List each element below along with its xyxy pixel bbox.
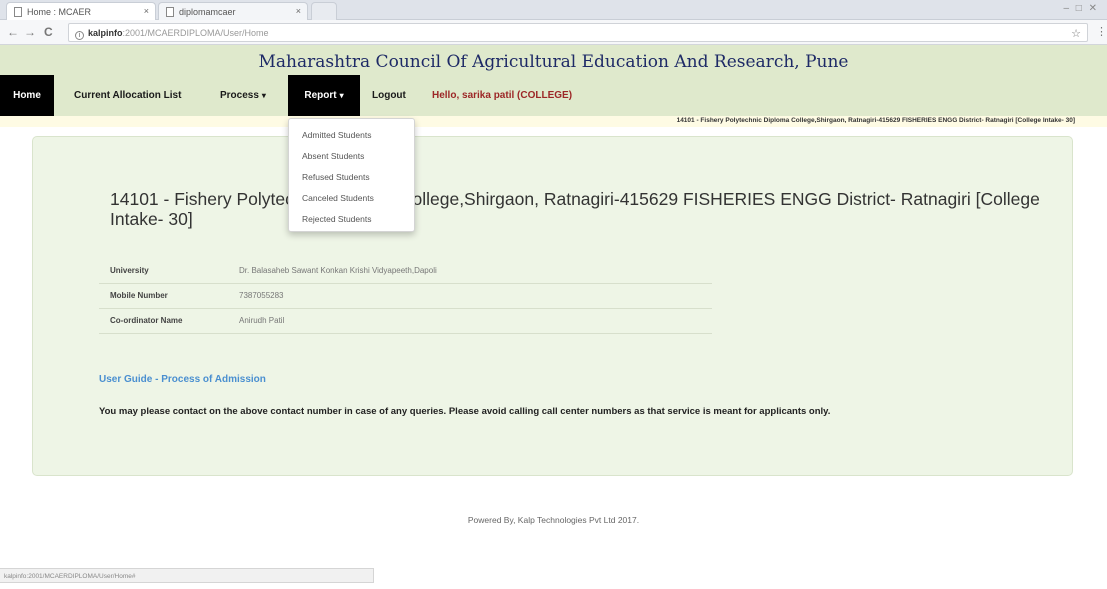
menu-item-admitted-students[interactable]: Admitted Students — [289, 124, 414, 145]
menu-item-absent-students[interactable]: Absent Students — [289, 145, 414, 166]
menu-item-canceled-students[interactable]: Canceled Students — [289, 187, 414, 208]
college-strip-text: 14101 - Fishery Polytechnic Diploma Coll… — [676, 117, 1075, 124]
nav-current-allocation-list[interactable]: Current Allocation List — [74, 75, 181, 116]
site-title: Maharashtra Council Of Agricultural Educ… — [0, 45, 1107, 75]
nav-home[interactable]: Home — [0, 75, 54, 116]
url-path: :2001/MCAERDIPLOMA/User/Home — [122, 28, 269, 38]
nav-process[interactable]: Process ▾ — [220, 75, 266, 116]
contact-notice: You may please contact on the above cont… — [99, 406, 831, 417]
college-info-strip: 14101 - Fishery Polytechnic Diploma Coll… — [0, 116, 1107, 127]
window-controls[interactable]: – □ ✕ — [1063, 3, 1099, 14]
browser-tab-home[interactable]: Home : MCAER × — [6, 2, 156, 20]
nav-report[interactable]: Report ▾ — [288, 75, 360, 116]
close-tab-icon[interactable]: × — [296, 6, 301, 16]
footer-credit: Powered By, Kalp Technologies Pvt Ltd 20… — [467, 515, 640, 525]
main-navbar: Home Current Allocation List Process ▾ Re… — [0, 75, 1107, 116]
nav-logout[interactable]: Logout — [372, 75, 406, 116]
browser-tab-title: diplomamcaer — [179, 7, 236, 17]
table-row: Co-ordinator Name Anirudh Patil — [99, 308, 712, 333]
menu-item-rejected-students[interactable]: Rejected Students — [289, 208, 414, 229]
info-icon[interactable]: i — [75, 31, 84, 40]
table-row: Mobile Number 7387055283 — [99, 283, 712, 308]
caret-down-icon: ▾ — [339, 91, 344, 100]
page-icon — [166, 7, 174, 17]
back-arrow-icon[interactable]: ← — [7, 25, 19, 39]
info-value: Anirudh Patil — [239, 316, 285, 325]
user-greeting: Hello, sarika patil (COLLEGE) — [432, 90, 573, 101]
caret-down-icon: ▾ — [261, 91, 266, 100]
menu-item-refused-students[interactable]: Refused Students — [289, 166, 414, 187]
info-value: Dr. Balasaheb Sawant Konkan Krishi Vidya… — [239, 265, 437, 275]
nav-process-label: Process — [220, 90, 259, 101]
user-guide-link[interactable]: User Guide - Process of Admission — [99, 374, 266, 385]
main-panel: 14101 - Fishery Polytechnic Diploma Coll… — [32, 136, 1073, 476]
forward-arrow-icon[interactable]: → — [24, 25, 36, 39]
report-dropdown-menu: Admitted Students Absent Students Refuse… — [288, 118, 415, 232]
browser-tab-title: Home : MCAER — [27, 7, 92, 17]
browser-tab-strip: Home : MCAER × diplomamcaer × – □ ✕ — [0, 0, 1107, 20]
browser-tab-diploma[interactable]: diplomamcaer × — [158, 2, 308, 20]
nav-report-label: Report — [304, 90, 337, 101]
page-icon — [14, 7, 22, 17]
college-info-table: University Dr. Balasaheb Sawant Konkan K… — [99, 258, 712, 334]
info-label: Mobile Number — [110, 291, 168, 300]
info-label: Co-ordinator Name — [110, 316, 183, 325]
url-host: kalpinfo — [88, 28, 123, 38]
new-tab-button[interactable] — [311, 2, 337, 20]
info-label: University — [110, 265, 149, 275]
bookmark-star-icon[interactable]: ☆ — [1071, 27, 1081, 40]
close-tab-icon[interactable]: × — [144, 6, 149, 16]
college-heading: 14101 - Fishery Polytechnic Diploma Coll… — [110, 189, 1040, 229]
browser-status-bar: kalpinfo:2001/MCAERDIPLOMA/User/Home# — [0, 568, 374, 583]
browser-menu-icon[interactable]: ⋮ — [1096, 25, 1107, 38]
address-bar: ← → C i kalpinfo:2001/MCAERDIPLOMA/User/H… — [0, 20, 1107, 45]
reload-icon[interactable]: C — [44, 25, 53, 39]
url-input[interactable]: i kalpinfo:2001/MCAERDIPLOMA/User/Home ☆ — [68, 23, 1088, 42]
info-value: 7387055283 — [239, 291, 284, 300]
table-row: University Dr. Balasaheb Sawant Konkan K… — [99, 258, 712, 283]
